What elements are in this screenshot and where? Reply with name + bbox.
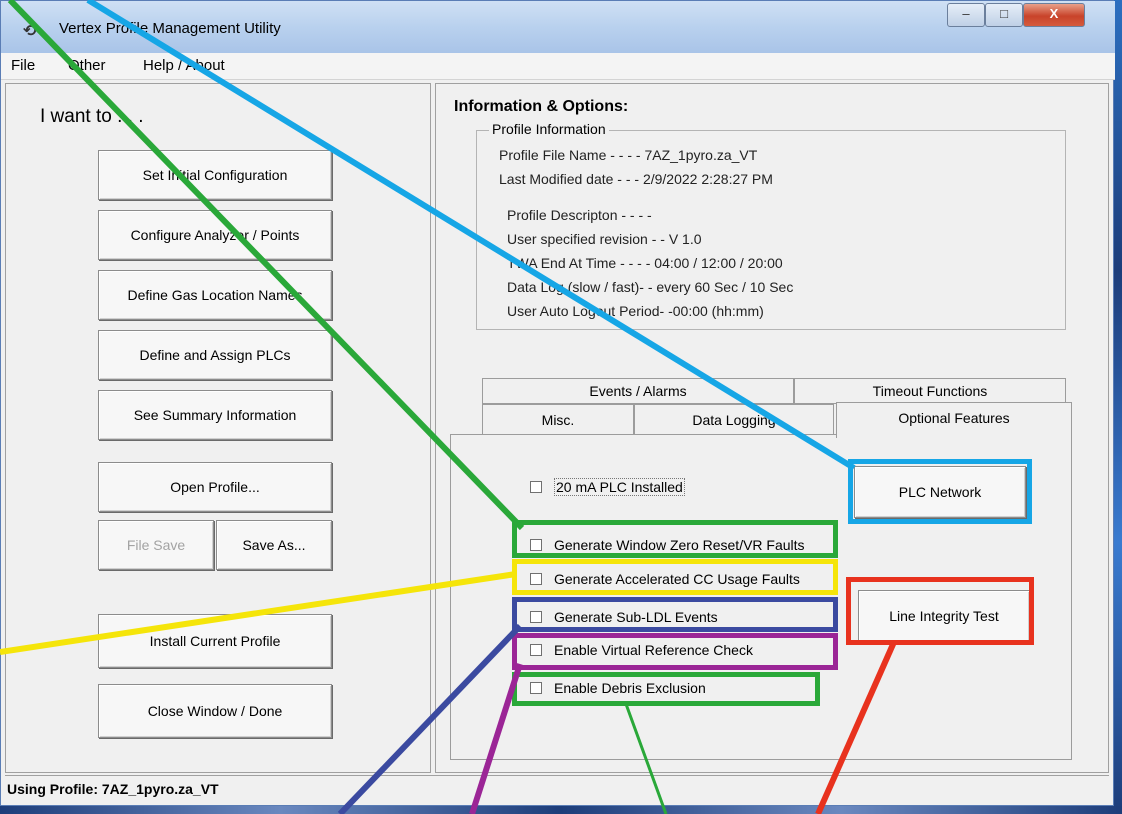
green-leader-line	[7, 0, 525, 531]
yellow-leader-line	[0, 571, 517, 655]
navy-leader-line	[337, 623, 523, 814]
cyan-leader-line	[86, 0, 856, 471]
red-leader-line	[815, 640, 897, 814]
annotation-lines	[0, 0, 897, 814]
purple-leader-line	[469, 663, 523, 814]
green-debris-leader-line	[624, 703, 668, 814]
